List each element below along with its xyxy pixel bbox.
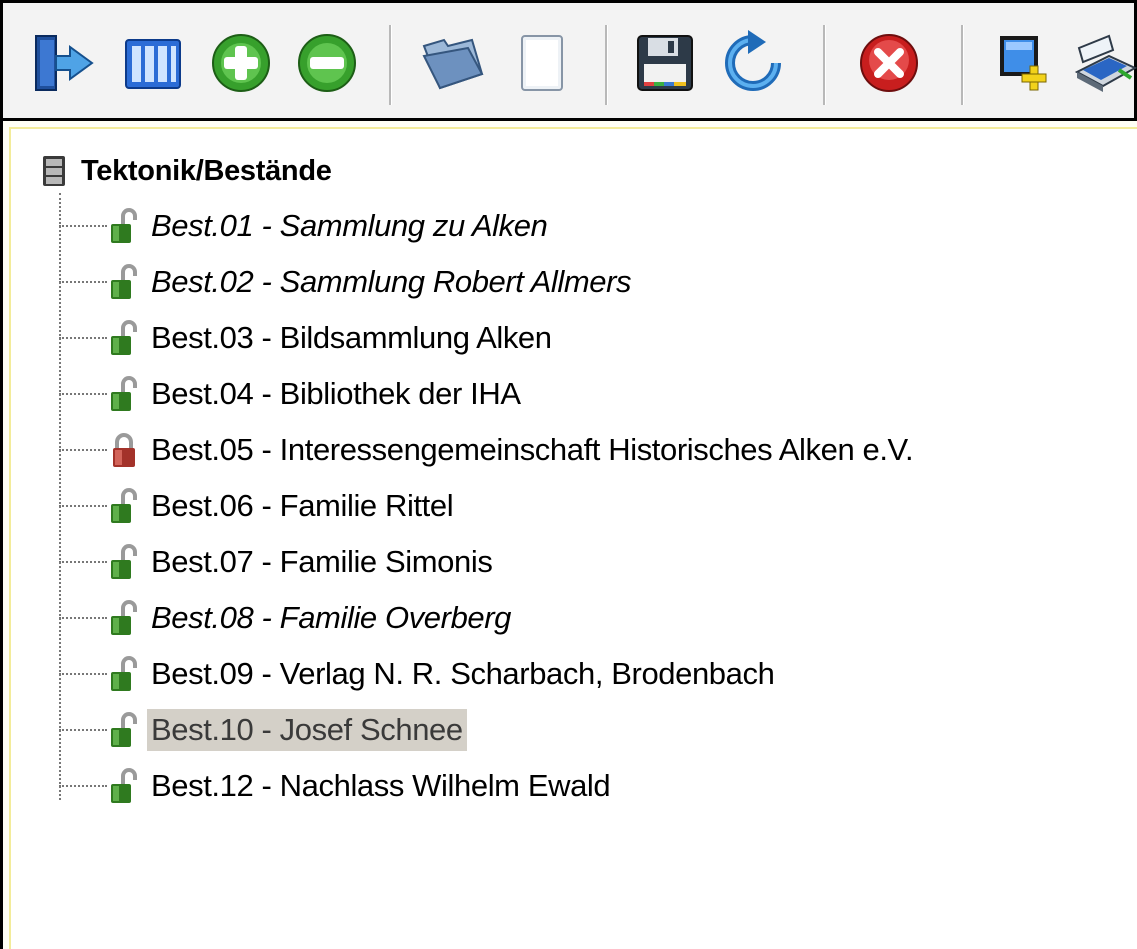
scanner-icon [1074,34,1137,92]
exit-door-icon [35,35,94,91]
tree-item[interactable]: Best.04 - Bibliothek der IHA [59,373,525,415]
tree-item[interactable]: Best.12 - Nachlass Wilhelm Ewald [59,765,614,807]
tree-connector [59,617,107,619]
tree-connector [59,449,107,451]
tree-panel: Tektonik/Bestände Best.01 - Sammlung zu … [0,118,1137,949]
refresh-button[interactable] [711,17,795,109]
red-x-circle-icon [860,34,918,92]
locked-padlock-icon [105,430,143,470]
tree-item-label: Best.02 - Sammlung Robert Allmers [151,264,632,299]
window-plus-icon [1000,36,1047,91]
add-button[interactable] [199,17,283,109]
folder-icon [422,38,484,90]
tree-item[interactable]: Best.02 - Sammlung Robert Allmers [59,261,635,303]
tree-connector [59,561,107,563]
tree-item[interactable]: Best.05 - Interessengemeinschaft Histori… [59,429,917,471]
new-document-button[interactable] [499,17,583,109]
tree-item[interactable]: Best.10 - Josef Schnee [59,709,467,751]
columns-icon [125,39,181,89]
tree-connector [59,673,107,675]
toolbar [0,0,1137,118]
unlocked-padlock-icon [105,374,143,414]
tree-root[interactable]: Tektonik/Bestände [41,151,332,191]
delete-button[interactable] [847,17,931,109]
toolbar-separator [823,25,826,105]
tree-connector [59,729,107,731]
unlocked-padlock-icon [105,598,143,638]
tree-item[interactable]: Best.01 - Sammlung zu Alken [59,205,551,247]
tree-item-label: Best.03 - Bildsammlung Alken [151,320,552,355]
toolbar-separator [389,25,392,105]
unlocked-padlock-icon [105,654,143,694]
tree-connector [59,393,107,395]
columns-button[interactable] [111,17,195,109]
open-folder-button[interactable] [411,17,495,109]
tree-connector [59,785,107,787]
unlocked-padlock-icon [105,206,143,246]
tree-connector [59,225,107,227]
tree-view: Tektonik/Bestände Best.01 - Sammlung zu … [9,127,1137,949]
tree-item[interactable]: Best.08 - Familie Overberg [59,597,515,639]
unlocked-padlock-icon [105,318,143,358]
floppy-disk-icon [637,35,693,91]
tree-item[interactable]: Best.06 - Familie Rittel [59,485,457,527]
unlocked-padlock-icon [105,710,143,750]
tree-item-label: Best.07 - Familie Simonis [151,544,493,579]
toolbar-separator [961,25,964,105]
unlocked-padlock-icon [105,542,143,582]
tree-item-label: Best.09 - Verlag N. R. Scharbach, Broden… [151,656,775,691]
toolbar-separator [605,25,608,105]
scan-button[interactable] [1069,17,1137,109]
tree-connector [59,337,107,339]
tree-item[interactable]: Best.07 - Familie Simonis [59,541,496,583]
minus-circle-icon [298,34,356,92]
unlocked-padlock-icon [105,486,143,526]
tree-item-label: Best.08 - Familie Overberg [151,600,512,635]
archive-cabinet-icon [43,156,65,186]
plus-circle-icon [212,34,270,92]
unlocked-padlock-icon [105,766,143,806]
remove-button[interactable] [285,17,369,109]
tree-item[interactable]: Best.09 - Verlag N. R. Scharbach, Broden… [59,653,778,695]
new-window-button[interactable] [983,17,1067,109]
tree-item-label: Best.04 - Bibliothek der IHA [151,376,521,411]
tree-item-label: Best.01 - Sammlung zu Alken [151,208,548,243]
tree-item-label: Best.06 - Familie Rittel [151,488,454,523]
tree-item[interactable]: Best.03 - Bildsammlung Alken [59,317,556,359]
save-button[interactable] [623,17,707,109]
tree-item-label: Best.05 - Interessengemeinschaft Histori… [151,432,914,467]
tree-connector [59,505,107,507]
unlocked-padlock-icon [105,262,143,302]
refresh-icon [725,30,781,91]
tree-root-label: Tektonik/Bestände [81,154,332,187]
tree-item-label: Best.12 - Nachlass Wilhelm Ewald [151,768,611,803]
tree-connector [59,281,107,283]
tree-item-label: Best.10 - Josef Schnee [147,709,467,751]
blank-document-icon [521,35,563,91]
exit-button[interactable] [23,17,107,109]
